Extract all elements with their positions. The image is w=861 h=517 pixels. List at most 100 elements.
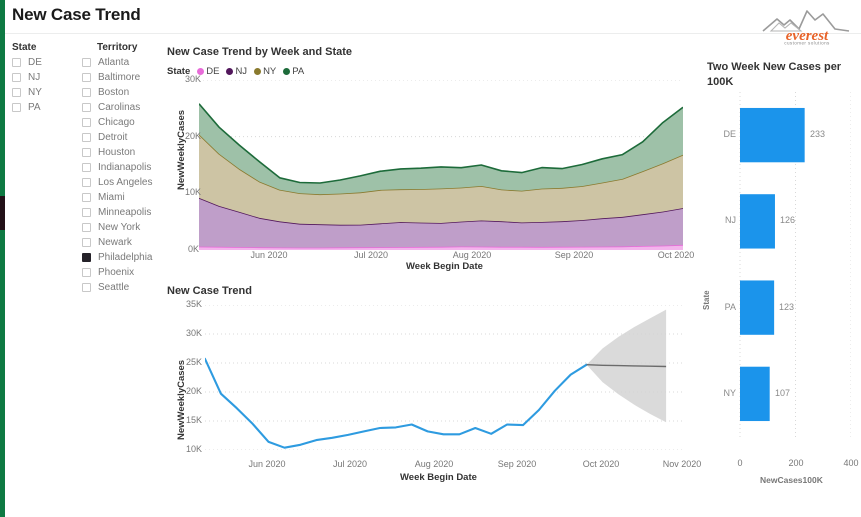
area-y-tick-label: 30K (185, 74, 202, 84)
territory-slicer-item-label: New York (98, 222, 141, 233)
legend-label: NY (263, 66, 277, 77)
checkbox-unchecked-icon[interactable] (82, 238, 91, 247)
territory-slicer-list[interactable]: Atlanta Baltimore Boston Carolinas Chicago De… (82, 55, 153, 295)
territory-slicer-item-miami[interactable]: Miami (82, 190, 153, 205)
territory-slicer-item-indianapolis[interactable]: Indianapolis (82, 160, 153, 175)
checkbox-unchecked-icon[interactable] (82, 208, 91, 217)
checkbox-unchecked-icon[interactable] (82, 148, 91, 157)
bar-chart-y-axis-title: State (702, 290, 711, 310)
legend-item-ny[interactable]: NY (254, 66, 276, 77)
checkbox-unchecked-icon[interactable] (82, 88, 91, 97)
checkbox-unchecked-icon[interactable] (82, 193, 91, 202)
territory-slicer-item-phoenix[interactable]: Phoenix (82, 265, 153, 280)
state-slicer-item-de[interactable]: DE (12, 55, 42, 70)
forecast-chart-x-axis-title: Week Begin Date (400, 472, 477, 483)
territory-slicer-item-label: Indianapolis (98, 162, 152, 173)
logo-tagline: customer solutions (784, 41, 830, 46)
territory-slicer-item-seattle[interactable]: Seattle (82, 280, 153, 295)
checkbox-unchecked-icon[interactable] (12, 73, 21, 82)
state-slicer-item-pa[interactable]: PA (12, 100, 42, 115)
bar-chart-title: Two Week New Cases per 100K (707, 61, 842, 88)
forecast-chart-plot (205, 305, 682, 450)
checkbox-unchecked-icon[interactable] (82, 133, 91, 142)
checkbox-unchecked-icon[interactable] (82, 178, 91, 187)
area-y-tick-label: 20K (185, 131, 202, 141)
legend-label: PA (292, 66, 305, 77)
territory-slicer-item-new-york[interactable]: New York (82, 220, 153, 235)
logo-mountain-icon: everest customer solutions (762, 10, 850, 46)
forecast-y-tick-label: 25K (186, 357, 203, 367)
legend-item-pa[interactable]: PA (283, 66, 304, 77)
everest-logo: everest customer solutions (757, 1, 857, 45)
territory-slicer-item-los-angeles[interactable]: Los Angeles (82, 175, 153, 190)
checkbox-unchecked-icon[interactable] (82, 58, 91, 67)
territory-slicer-item-boston[interactable]: Boston (82, 85, 153, 100)
territory-slicer-item-label: Houston (98, 147, 136, 158)
territory-slicer-item-carolinas[interactable]: Carolinas (82, 100, 153, 115)
checkbox-unchecked-icon[interactable] (12, 88, 21, 97)
territory-slicer-title: Territory (97, 42, 138, 53)
territory-slicer-item-label: Minneapolis (98, 207, 152, 218)
checkbox-unchecked-icon[interactable] (82, 223, 91, 232)
bar-category-label: NJ (725, 215, 736, 225)
forecast-y-tick-label: 30K (186, 328, 203, 338)
checkbox-unchecked-icon[interactable] (82, 283, 91, 292)
legend-item-nj[interactable]: NJ (226, 66, 247, 77)
bar-category-label: NY (723, 388, 736, 398)
area-y-tick-label: 0K (187, 244, 199, 254)
checkbox-unchecked-icon[interactable] (12, 103, 21, 112)
legend-swatch-nj (226, 68, 234, 75)
forecast-x-tick-label: Oct 2020 (582, 459, 620, 469)
header-divider (5, 33, 861, 34)
checkbox-unchecked-icon[interactable] (82, 268, 91, 277)
forecast-x-tick-label: Aug 2020 (414, 459, 454, 469)
forecast-y-tick-label: 20K (186, 386, 203, 396)
state-slicer-list[interactable]: DE NJ NY PA (12, 55, 42, 115)
bar-value-label: 233 (810, 129, 826, 139)
bar-chart-plot (739, 92, 851, 437)
area-x-tick-label: Jun 2020 (250, 250, 288, 260)
territory-slicer-item-detroit[interactable]: Detroit (82, 130, 153, 145)
territory-slicer-item-chicago[interactable]: Chicago (82, 115, 153, 130)
legend-swatch-ny (254, 68, 262, 75)
checkbox-unchecked-icon[interactable] (82, 73, 91, 82)
forecast-y-tick-label: 10K (186, 444, 203, 454)
territory-slicer-item-philadelphia[interactable]: Philadelphia (82, 250, 153, 265)
bar-value-label: 123 (779, 302, 795, 312)
area-x-tick-label: Oct 2020 (657, 250, 695, 260)
territory-slicer-item-atlanta[interactable]: Atlanta (82, 55, 153, 70)
forecast-chart-title: New Case Trend (167, 285, 252, 297)
bar-chart-x-axis-title: NewCases100K (760, 475, 823, 485)
territory-slicer-item-label: Seattle (98, 282, 130, 293)
state-slicer-item-ny[interactable]: NY (12, 85, 42, 100)
territory-slicer-item-label: Philadelphia (98, 252, 153, 263)
forecast-x-tick-label: Sep 2020 (497, 459, 537, 469)
forecast-x-tick-label: Jun 2020 (248, 459, 286, 469)
territory-slicer-item-minneapolis[interactable]: Minneapolis (82, 205, 153, 220)
state-slicer-item-nj[interactable]: NJ (12, 70, 42, 85)
page-title: New Case Trend (12, 5, 141, 24)
area-x-tick-label: Jul 2020 (353, 250, 389, 260)
checkbox-checked-icon[interactable] (82, 253, 91, 262)
territory-slicer-item-houston[interactable]: Houston (82, 145, 153, 160)
territory-slicer-item-label: Miami (98, 192, 125, 203)
checkbox-unchecked-icon[interactable] (82, 163, 91, 172)
checkbox-unchecked-icon[interactable] (82, 118, 91, 127)
state-slicer-item-label: PA (28, 102, 41, 113)
area-chart-title: New Case Trend by Week and State (167, 46, 353, 58)
checkbox-unchecked-icon[interactable] (82, 103, 91, 112)
area-y-tick-label: 10K (185, 187, 202, 197)
forecast-chart-y-axis-title: NewWeeklyCases (176, 359, 187, 440)
territory-slicer-item-baltimore[interactable]: Baltimore (82, 70, 153, 85)
area-x-tick-label: Sep 2020 (554, 250, 594, 260)
bar-category-label: DE (723, 129, 736, 139)
territory-slicer-item-label: Carolinas (98, 102, 141, 113)
territory-slicer-item-label: Los Angeles (98, 177, 153, 188)
territory-slicer-item-label: Baltimore (98, 72, 141, 83)
territory-slicer-item-newark[interactable]: Newark (82, 235, 153, 250)
checkbox-unchecked-icon[interactable] (12, 58, 21, 67)
forecast-y-tick-label: 35K (186, 299, 203, 309)
area-chart-y-axis-title: NewWeeklyCases (176, 109, 187, 190)
bar-x-tick-label: 400 (843, 458, 859, 468)
legend-swatch-pa (283, 68, 291, 75)
